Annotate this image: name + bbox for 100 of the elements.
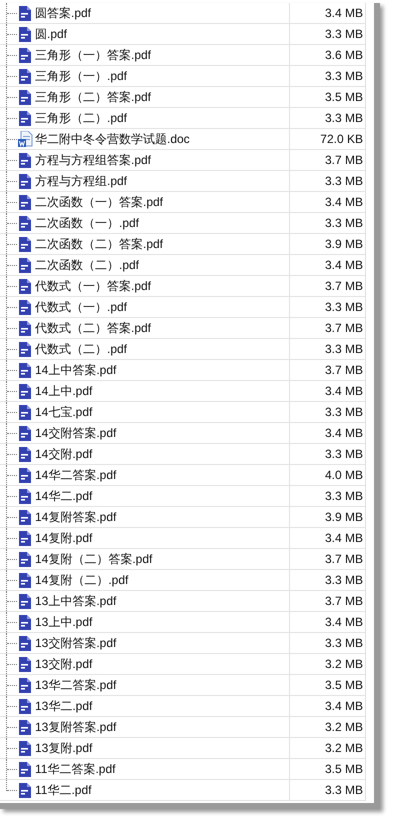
file-name[interactable]: 13复附答案.pdf <box>35 721 116 733</box>
document-icon <box>19 278 31 294</box>
document-icon <box>19 678 31 692</box>
file-name[interactable]: 二次函数（二）答案.pdf <box>35 238 164 250</box>
file-name[interactable]: 圆答案.pdf <box>35 7 92 19</box>
file-name[interactable]: 代数式（一）答案.pdf <box>35 280 152 292</box>
file-name[interactable]: 14复附.pdf <box>35 532 92 544</box>
file-size: 3.5 MB <box>324 763 363 775</box>
document-icon <box>19 782 31 798</box>
file-name[interactable]: 方程与方程组.pdf <box>35 175 128 187</box>
file-size: 3.3 MB <box>324 343 363 355</box>
file-size: 3.7 MB <box>324 595 363 607</box>
file-size: 3.2 MB <box>324 658 363 670</box>
file-name[interactable]: 14复附（二）答案.pdf <box>35 553 152 565</box>
file-size: 3.3 MB <box>324 406 363 418</box>
file-name[interactable]: 13交附答案.pdf <box>35 637 116 649</box>
file-name[interactable]: 13华二答案.pdf <box>35 679 116 691</box>
file-name[interactable]: 14交附.pdf <box>35 448 92 460</box>
file-name[interactable]: 13交附.pdf <box>35 658 92 670</box>
document-icon <box>19 614 31 630</box>
document-icon <box>19 6 31 20</box>
file-size: 3.2 MB <box>324 721 363 733</box>
file-size: 3.3 MB <box>324 112 363 124</box>
document-icon <box>19 26 31 42</box>
file-name[interactable]: 13上中.pdf <box>35 616 92 628</box>
file-name[interactable]: 13华二.pdf <box>35 700 92 712</box>
file-name[interactable]: 三角形（一）答案.pdf <box>35 49 152 61</box>
file-name[interactable]: 华二附中冬令营数学试题.doc <box>35 133 190 145</box>
file-name[interactable]: 二次函数（一）答案.pdf <box>35 196 164 208</box>
file-size: 3.3 MB <box>324 784 363 796</box>
file-size: 3.7 MB <box>324 154 363 166</box>
document-icon <box>19 236 31 252</box>
file-name[interactable]: 代数式（二）.pdf <box>35 343 128 355</box>
file-size: 3.3 MB <box>324 70 363 82</box>
document-icon <box>19 740 31 756</box>
document-icon <box>19 446 31 462</box>
file-size: 4.0 MB <box>324 469 363 481</box>
file-name[interactable]: 11华二.pdf <box>35 784 92 796</box>
file-size: 3.3 MB <box>324 28 363 40</box>
file-size: 3.7 MB <box>324 322 363 334</box>
document-icon <box>19 698 31 714</box>
document-icon <box>19 342 31 356</box>
file-name[interactable]: 14交附答案.pdf <box>35 427 116 439</box>
file-name[interactable]: 代数式（二）答案.pdf <box>35 322 152 334</box>
file-size: 3.4 MB <box>324 616 363 628</box>
file-size: 3.6 MB <box>324 49 363 61</box>
file-name[interactable]: 14上中.pdf <box>35 385 92 397</box>
file-size: 3.7 MB <box>324 553 363 565</box>
file-size: 3.7 MB <box>324 280 363 292</box>
file-size: 3.4 MB <box>324 532 363 544</box>
document-icon <box>19 488 31 504</box>
file-size: 3.3 MB <box>324 448 363 460</box>
document-icon <box>19 404 31 420</box>
document-icon <box>19 720 31 734</box>
file-name[interactable]: 14七宝.pdf <box>35 406 92 418</box>
file-name[interactable]: 三角形（二）.pdf <box>35 112 128 124</box>
document-icon <box>19 320 31 336</box>
document-icon <box>19 656 31 672</box>
file-name[interactable]: 二次函数（二）.pdf <box>35 259 140 271</box>
file-size: 72.0 KB <box>320 133 363 145</box>
file-size: 3.3 MB <box>324 217 363 229</box>
document-icon <box>19 174 31 188</box>
document-icon <box>19 510 31 524</box>
file-name[interactable]: 13上中答案.pdf <box>35 595 116 607</box>
file-name[interactable]: 14复附（二）.pdf <box>35 574 128 586</box>
document-icon <box>19 90 31 104</box>
file-name[interactable]: 13复附.pdf <box>35 742 92 754</box>
document-icon <box>19 426 31 440</box>
document-icon <box>19 362 31 378</box>
file-name[interactable]: 三角形（一）.pdf <box>35 70 128 82</box>
document-icon <box>19 384 31 398</box>
document-icon <box>19 300 31 314</box>
document-icon <box>19 216 31 230</box>
file-name[interactable]: 14华二.pdf <box>35 490 92 502</box>
file-size: 3.7 MB <box>324 364 363 376</box>
document-icon <box>19 636 31 650</box>
file-size: 3.3 MB <box>324 637 363 649</box>
file-name[interactable]: 代数式（一）.pdf <box>35 301 128 313</box>
document-icon <box>19 594 31 608</box>
file-name[interactable]: 三角形（二）答案.pdf <box>35 91 152 103</box>
word-document-icon <box>18 131 32 147</box>
file-size: 3.9 MB <box>324 511 363 523</box>
file-name[interactable]: 圆.pdf <box>35 28 68 40</box>
document-icon <box>19 68 31 84</box>
file-size: 3.4 MB <box>324 700 363 712</box>
file-size: 3.2 MB <box>324 742 363 754</box>
file-name[interactable]: 11华二答案.pdf <box>35 763 116 775</box>
file-name[interactable]: 二次函数（一）.pdf <box>35 217 140 229</box>
file-name[interactable]: 14上中答案.pdf <box>35 364 116 376</box>
file-size: 3.4 MB <box>324 7 363 19</box>
document-icon <box>19 152 31 168</box>
file-name[interactable]: 14复附答案.pdf <box>35 511 116 523</box>
file-size: 3.4 MB <box>324 196 363 208</box>
file-name[interactable]: 14华二答案.pdf <box>35 469 116 481</box>
document-icon <box>19 194 31 210</box>
file-size: 3.4 MB <box>324 259 363 271</box>
file-name[interactable]: 方程与方程组答案.pdf <box>35 154 152 166</box>
file-size: 3.3 MB <box>324 301 363 313</box>
file-size: 3.5 MB <box>324 91 363 103</box>
file-size: 3.4 MB <box>324 427 363 439</box>
